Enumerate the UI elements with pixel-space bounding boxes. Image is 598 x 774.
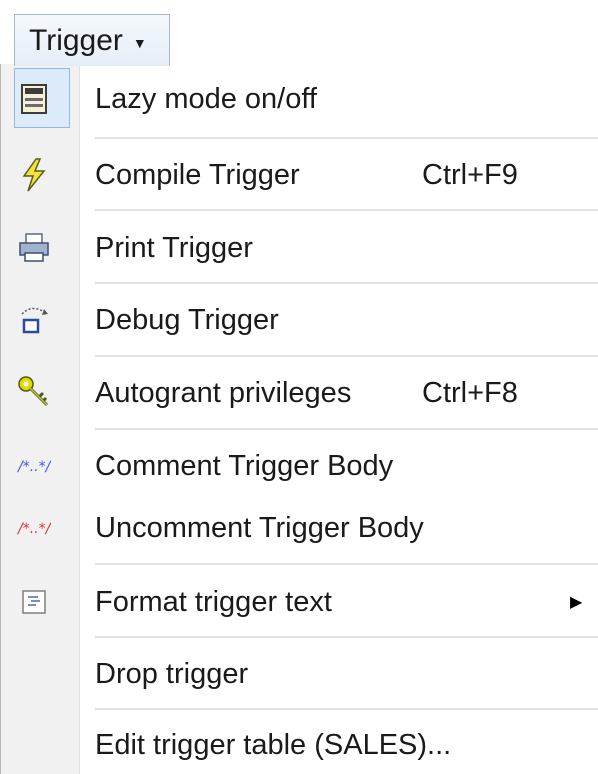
separator	[95, 563, 598, 565]
uncomment-icon: /*..*/	[14, 508, 54, 548]
separator	[95, 137, 598, 139]
lightning-icon	[14, 155, 54, 195]
menu-item-autogrant-privileges[interactable]: Autogrant privileges Ctrl+F8	[0, 362, 598, 424]
menu-item-label: Autogrant privileges	[95, 377, 352, 409]
menu-item-label: Drop trigger	[95, 658, 249, 690]
screenshot-stage: Trigger ▼ Lazy mode on/off Compile Trigg…	[0, 0, 598, 774]
menu-item-label: Edit trigger table (SALES)...	[95, 729, 452, 761]
menu-item-compile-trigger[interactable]: Compile Trigger Ctrl+F9	[0, 145, 598, 205]
menu-item-label: Print Trigger	[95, 232, 253, 264]
separator	[95, 636, 598, 638]
separator	[95, 708, 598, 710]
menu-item-edit-trigger-table[interactable]: Edit trigger table (SALES)...	[0, 716, 598, 774]
separator	[95, 282, 598, 284]
debug-icon	[14, 300, 54, 340]
svg-text:/*..*/: /*..*/	[17, 521, 51, 537]
menu-item-label: Format trigger text	[95, 586, 332, 618]
menu-item-label: Lazy mode on/off	[95, 83, 317, 115]
menu-item-shortcut: Ctrl+F9	[422, 159, 518, 191]
menu-item-format-trigger-text[interactable]: Format trigger text ▶	[0, 572, 598, 632]
lazy-mode-icon	[14, 79, 54, 119]
svg-text:/*..*/: /*..*/	[17, 459, 51, 475]
keys-icon	[14, 372, 54, 412]
menu-item-shortcut: Ctrl+F8	[422, 377, 518, 409]
menu-item-print-trigger[interactable]: Print Trigger	[0, 218, 598, 278]
printer-icon	[14, 228, 54, 268]
menu-item-label: Debug Trigger	[95, 304, 279, 336]
menu-item-debug-trigger[interactable]: Debug Trigger	[0, 290, 598, 350]
submenu-arrow-icon: ▶	[570, 594, 583, 611]
menu-item-uncomment-trigger-body[interactable]: /*..*/ Uncomment Trigger Body	[0, 499, 598, 557]
menu-item-label: Compile Trigger	[95, 159, 300, 191]
menu-title: Trigger	[29, 23, 123, 57]
menu-item-label: Comment Trigger Body	[95, 450, 394, 482]
separator	[95, 355, 598, 357]
caret-down-icon: ▼	[132, 34, 147, 51]
separator	[95, 428, 598, 430]
trigger-menu-button[interactable]: Trigger ▼	[14, 14, 170, 66]
format-icon	[14, 582, 54, 622]
menu-item-lazy-mode[interactable]: Lazy mode on/off	[0, 70, 598, 128]
menu-item-comment-trigger-body[interactable]: /*..*/ Comment Trigger Body	[0, 437, 598, 495]
menu-item-drop-trigger[interactable]: Drop trigger	[0, 644, 598, 704]
menu-item-label: Uncomment Trigger Body	[95, 512, 424, 544]
comment-icon: /*..*/	[14, 446, 54, 486]
separator	[95, 209, 598, 211]
